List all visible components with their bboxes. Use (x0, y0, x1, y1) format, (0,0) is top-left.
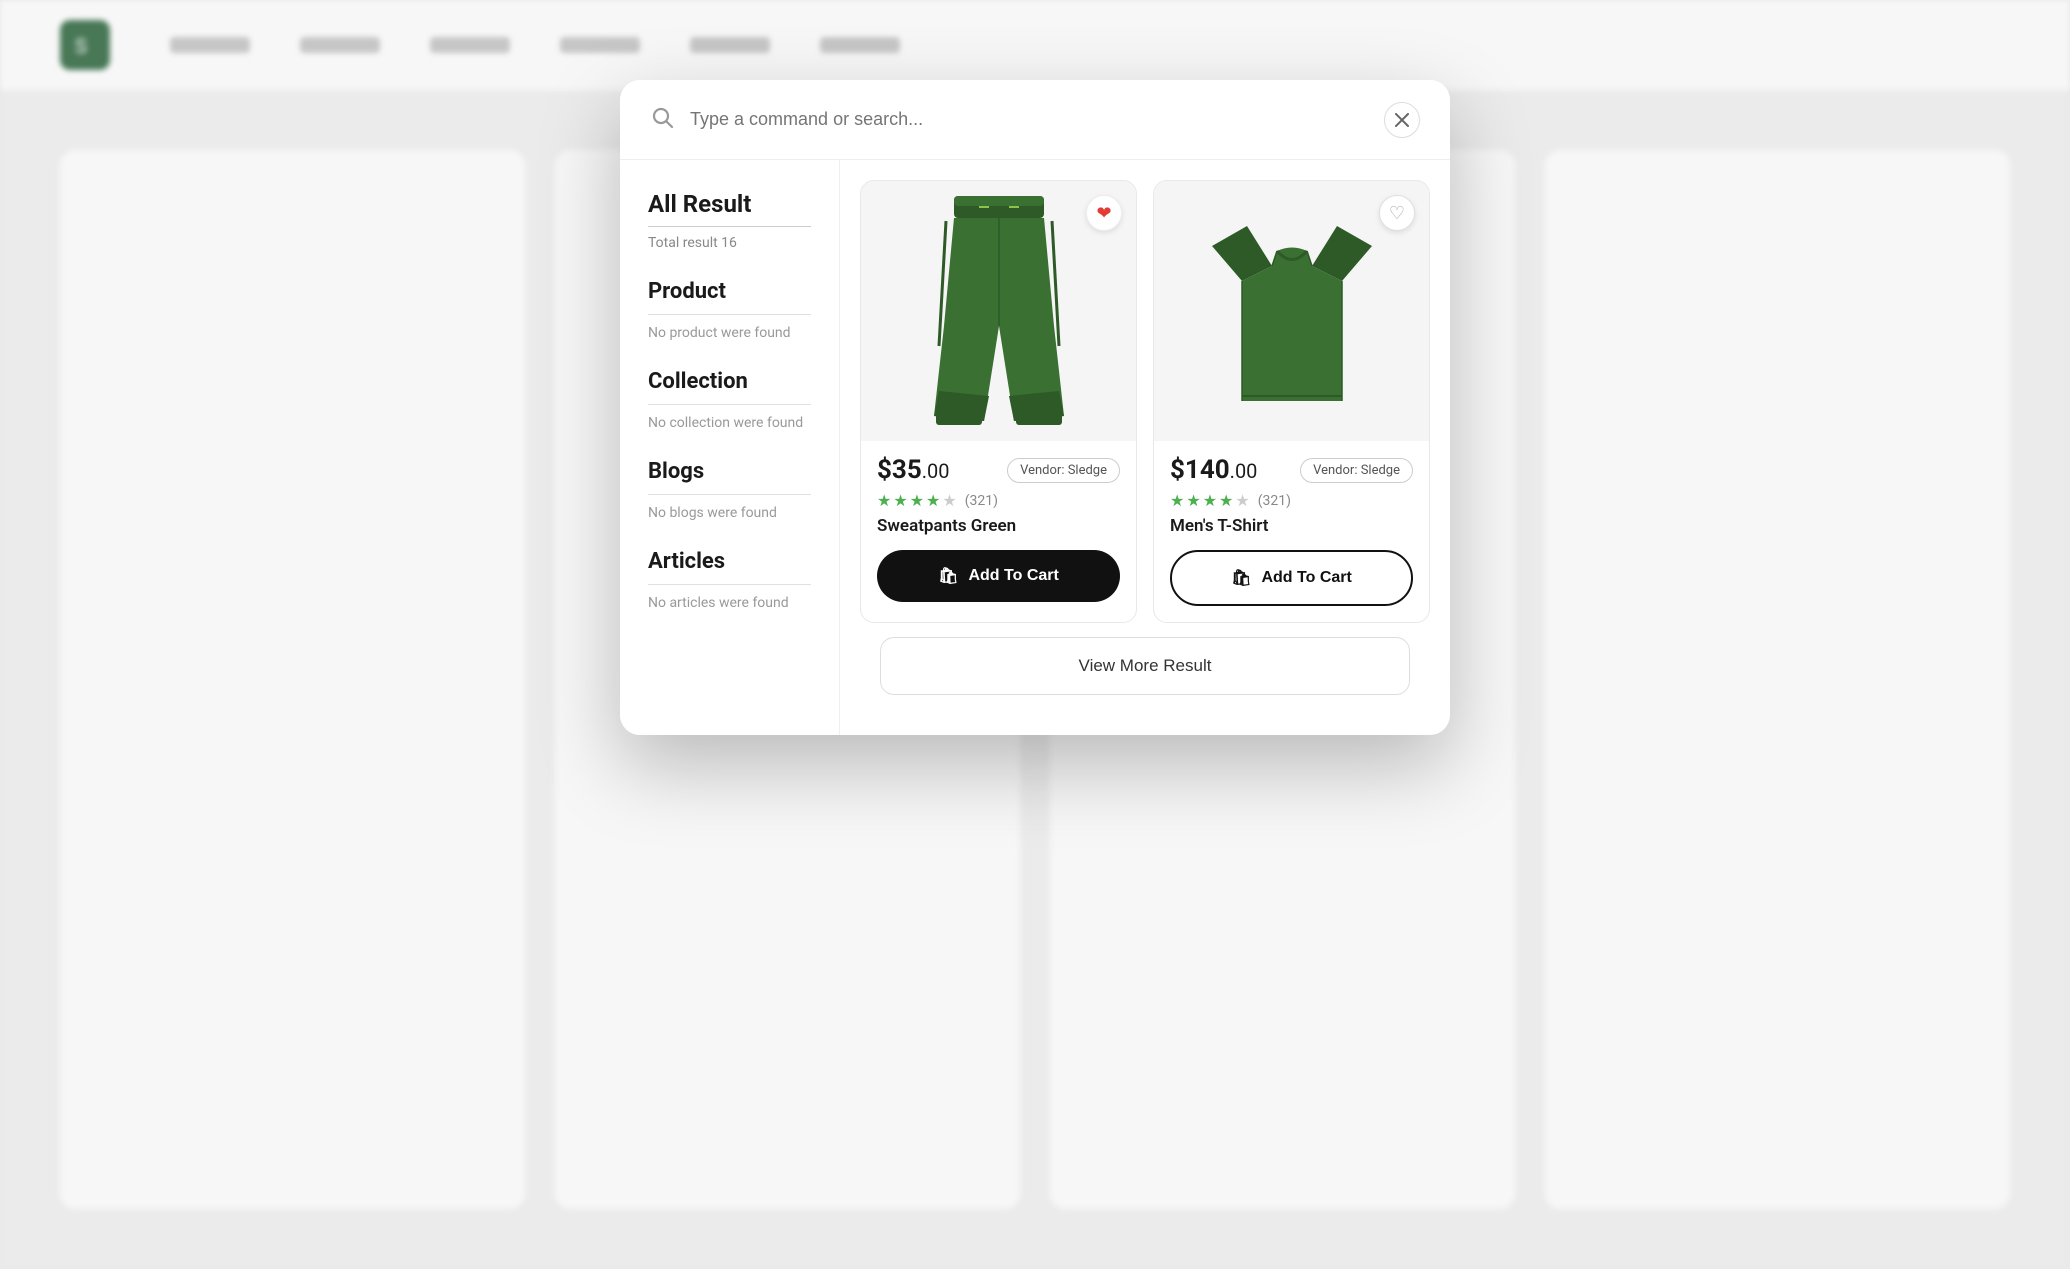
add-to-cart-tshirt[interactable]: 🛍 Add To Cart (1170, 550, 1413, 606)
star-2: ★ (1186, 491, 1200, 510)
star-4: ★ (1219, 491, 1233, 510)
sidebar-section-product: Product No product were found (648, 279, 811, 341)
view-more-button[interactable]: View More Result (880, 637, 1410, 695)
sidebar-section-collection: Collection No collection were found (648, 369, 811, 431)
add-to-cart-label-tshirt: Add To Cart (1261, 569, 1351, 587)
star-4: ★ (926, 491, 940, 510)
sweatpants-image (934, 196, 1064, 426)
price-row-tshirt: $140.00 Vendor: Sledge (1170, 455, 1413, 485)
product-info-tshirt: $140.00 Vendor: Sledge ★ ★ ★ ★ (1154, 441, 1429, 622)
blogs-empty-message: No blogs were found (648, 505, 811, 521)
cart-icon-sweatpants: 🛍 (938, 566, 958, 586)
product-info-sweatpants: $35.00 Vendor: Sledge ★ ★ ★ ★ (861, 441, 1136, 618)
add-to-cart-label-sweatpants: Add To Cart (968, 567, 1058, 585)
star-1: ★ (1170, 491, 1184, 510)
product-card-tshirt: ♡ (1153, 180, 1430, 623)
rating-row-sweatpants: ★ ★ ★ ★ ★ (321) (877, 491, 1120, 510)
star-5: ★ (942, 491, 956, 510)
product-image-tshirt: ♡ (1154, 181, 1429, 441)
view-more-section: View More Result (860, 623, 1430, 715)
wishlist-button-tshirt[interactable]: ♡ (1379, 195, 1415, 231)
search-icon (650, 105, 674, 135)
stars-tshirt: ★ ★ ★ ★ ★ (1170, 491, 1250, 510)
star-3: ★ (910, 491, 924, 510)
product-image-sweatpants: ❤ (861, 181, 1136, 441)
product-name-sweatpants: Sweatpants Green (877, 516, 1120, 536)
price-tshirt: $140.00 (1170, 455, 1257, 485)
rating-row-tshirt: ★ ★ ★ ★ ★ (321) (1170, 491, 1413, 510)
tshirt-image (1212, 216, 1372, 406)
all-result-title: All Result (648, 190, 811, 227)
sidebar-section-articles: Articles No articles were found (648, 549, 811, 611)
price-sweatpants: $35.00 (877, 455, 950, 485)
star-3: ★ (1203, 491, 1217, 510)
product-card-sweatpants: ❤ (860, 180, 1137, 623)
blogs-section-title[interactable]: Blogs (648, 459, 811, 495)
product-name-tshirt: Men's T-Shirt (1170, 516, 1413, 536)
vendor-badge-tshirt: Vendor: Sledge (1300, 458, 1413, 483)
wishlist-button-sweatpants[interactable]: ❤ (1086, 195, 1122, 231)
search-input[interactable] (690, 109, 1368, 130)
sidebar-section-blogs: Blogs No blogs were found (648, 459, 811, 521)
price-row-sweatpants: $35.00 Vendor: Sledge (877, 455, 1120, 485)
rating-count-sweatpants: (321) (965, 493, 998, 509)
cart-icon-tshirt: 🛍 (1231, 568, 1251, 588)
rating-count-tshirt: (321) (1258, 493, 1291, 509)
collection-empty-message: No collection were found (648, 415, 811, 431)
modal-body: All Result Total result 16 Product No pr… (620, 160, 1450, 735)
total-result-count: Total result 16 (648, 235, 811, 251)
stars-sweatpants: ★ ★ ★ ★ ★ (877, 491, 957, 510)
search-modal-overlay: All Result Total result 16 Product No pr… (0, 0, 2070, 1269)
products-grid: ❤ (860, 180, 1430, 623)
vendor-badge-sweatpants: Vendor: Sledge (1007, 458, 1120, 483)
sidebar: All Result Total result 16 Product No pr… (620, 160, 840, 735)
search-modal: All Result Total result 16 Product No pr… (620, 80, 1450, 735)
star-2: ★ (893, 491, 907, 510)
add-to-cart-sweatpants[interactable]: 🛍 Add To Cart (877, 550, 1120, 602)
search-bar (620, 80, 1450, 160)
content-area: ❤ (840, 160, 1450, 735)
product-section-title[interactable]: Product (648, 279, 811, 315)
product-empty-message: No product were found (648, 325, 811, 341)
articles-section-title[interactable]: Articles (648, 549, 811, 585)
star-1: ★ (877, 491, 891, 510)
star-5: ★ (1235, 491, 1249, 510)
close-button[interactable] (1384, 102, 1420, 138)
articles-empty-message: No articles were found (648, 595, 811, 611)
collection-section-title[interactable]: Collection (648, 369, 811, 405)
